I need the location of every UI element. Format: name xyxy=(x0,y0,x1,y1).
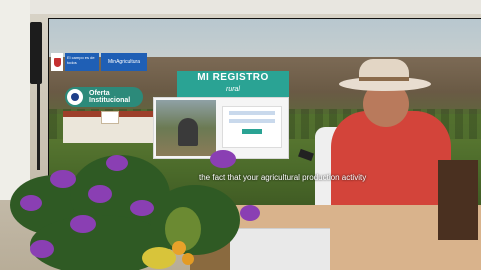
flower xyxy=(210,150,236,168)
envelope-icon xyxy=(101,111,119,124)
registro-banner: MI REGISTRO rural xyxy=(177,71,289,97)
logo-ministry: MinAgricultura xyxy=(101,53,147,71)
form-field-bar xyxy=(229,119,275,123)
wooden-stool xyxy=(438,160,478,240)
ceiling-edge xyxy=(0,0,481,14)
logo-campo: El campo es de todos xyxy=(65,53,99,71)
colombia-shield-icon xyxy=(51,53,63,71)
flower xyxy=(88,185,112,203)
institution-icon xyxy=(67,89,83,105)
flower xyxy=(50,170,76,188)
flower-arrangement xyxy=(10,145,260,270)
form-submit-button xyxy=(242,129,262,134)
screen-logos: El campo es de todos MinAgricultura xyxy=(51,53,147,71)
form-field-bar xyxy=(229,111,275,115)
registro-subtitle: rural xyxy=(225,86,240,93)
oferta-label: Oferta Institucional xyxy=(89,90,131,104)
speaker xyxy=(30,22,42,84)
flower xyxy=(70,215,96,233)
registro-title: MI REGISTRO xyxy=(197,72,269,83)
flower xyxy=(240,205,260,221)
flower xyxy=(106,155,128,171)
orange-fruit xyxy=(182,253,194,265)
registration-form-preview xyxy=(222,106,282,148)
event-photo: El campo es de todos MinAgricultura Ofer… xyxy=(0,0,481,270)
flower xyxy=(20,195,42,211)
hat-band xyxy=(359,77,409,81)
yellow-fruit xyxy=(142,247,176,269)
oferta-badge: Oferta Institucional xyxy=(65,87,143,107)
flower xyxy=(30,240,54,258)
farmer-figure xyxy=(178,118,198,146)
flower xyxy=(130,200,154,216)
